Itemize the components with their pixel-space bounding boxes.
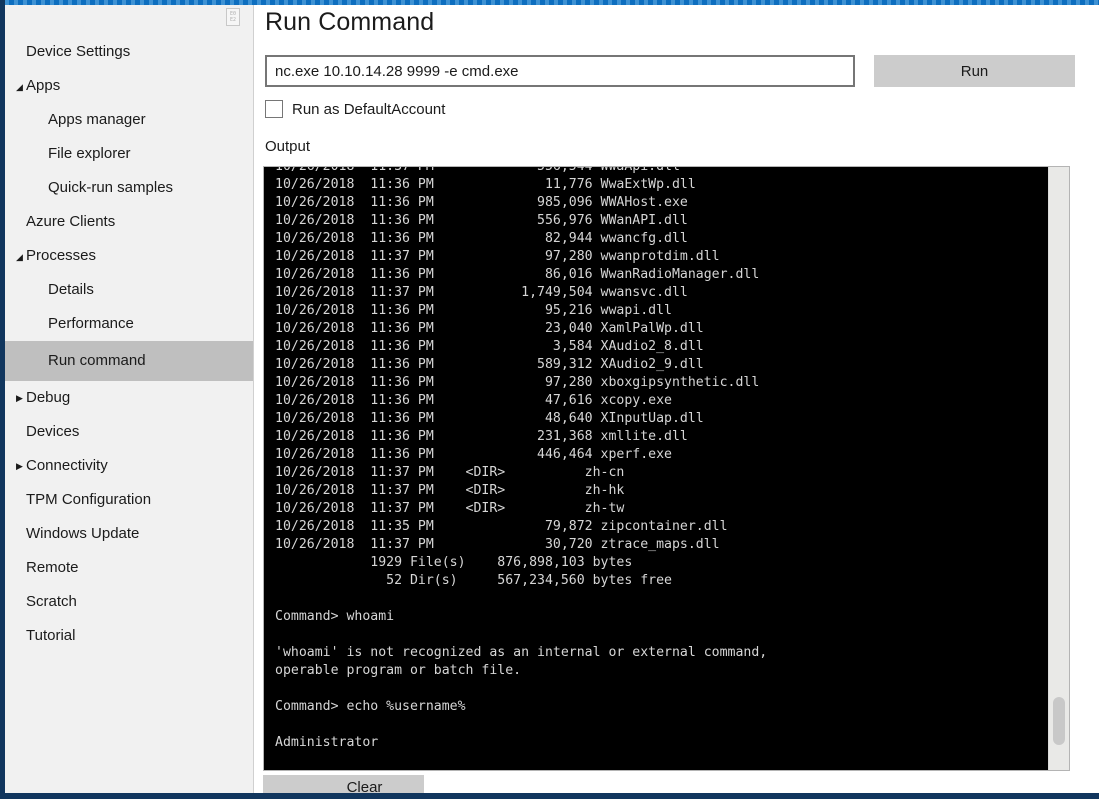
missing-glyph-line-2: E2 (229, 17, 237, 23)
output-scrollbar-thumb[interactable] (1053, 697, 1065, 745)
sidebar-item-connectivity[interactable]: ▶ Connectivity (5, 449, 253, 483)
run-as-default-account-checkbox[interactable] (265, 100, 283, 118)
console-output-text: 10/26/2018 11:37 PM 556,544 WwaApi.dll 1… (275, 167, 768, 750)
sidebar-item-list: Device Settings ◢ Apps Apps manager File exp… (5, 35, 253, 653)
command-row: Run (265, 55, 1089, 87)
sidebar-item-remote[interactable]: Remote (5, 551, 253, 585)
sidebar-item-label: Quick-run samples (48, 179, 174, 196)
sidebar-item-label: Tutorial (26, 627, 76, 644)
sidebar-item-apps-manager[interactable]: Apps manager (5, 103, 253, 137)
sidebar-item-label: Scratch (26, 593, 77, 610)
output-label: Output (265, 138, 311, 155)
sidebar-item-file-explorer[interactable]: File explorer (5, 137, 253, 171)
run-as-default-account-row: Run as DefaultAccount (265, 98, 445, 120)
device-portal-window: E0 E2 Device Settings ◢ Apps Apps manager Fil… (0, 0, 1099, 799)
sidebar-item-processes[interactable]: ◢ Processes (5, 239, 253, 273)
sidebar-item-tpm-configuration[interactable]: TPM Configuration (5, 483, 253, 517)
chevron-down-icon[interactable]: ◢ (16, 240, 23, 274)
sidebar-item-azure-clients[interactable]: Azure Clients (5, 205, 253, 239)
sidebar-item-label: Apps (26, 77, 61, 94)
sidebar-item-performance[interactable]: Performance (5, 307, 253, 341)
sidebar-item-label: Remote (26, 559, 79, 576)
sidebar-item-windows-update[interactable]: Windows Update (5, 517, 253, 551)
sidebar-item-label: Run command (48, 352, 146, 369)
output-console[interactable]: 10/26/2018 11:37 PM 556,544 WwaApi.dll 1… (264, 167, 1048, 770)
run-as-default-account-label: Run as DefaultAccount (292, 100, 446, 118)
sidebar-item-label: Performance (48, 315, 134, 332)
missing-glyph-icon: E0 E2 (226, 8, 242, 28)
sidebar-item-label: Apps manager (48, 111, 146, 128)
sidebar-item-debug[interactable]: ▶ Debug (5, 381, 253, 415)
sidebar-item-label: Connectivity (26, 457, 108, 474)
sidebar-item-scratch[interactable]: Scratch (5, 585, 253, 619)
sidebar-item-label: Windows Update (26, 525, 140, 542)
chevron-right-icon[interactable]: ▶ (16, 449, 23, 483)
window-left-accent-bar (0, 0, 5, 799)
main-content-pane: Run Command Run Run as DefaultAccount Ou… (255, 5, 1099, 799)
output-console-container: 10/26/2018 11:37 PM 556,544 WwaApi.dll 1… (263, 166, 1070, 771)
page-title: Run Command (265, 8, 435, 36)
sidebar-item-details[interactable]: Details (5, 273, 253, 307)
output-scrollbar[interactable] (1048, 167, 1069, 770)
chevron-right-icon[interactable]: ▶ (16, 381, 23, 415)
window-bottom-accent-bar (0, 793, 1099, 799)
sidebar-item-label: Device Settings (26, 43, 131, 60)
missing-glyph-tofu-box: E0 E2 (226, 8, 240, 26)
sidebar-item-label: Debug (26, 389, 71, 406)
chevron-down-icon[interactable]: ◢ (16, 70, 23, 104)
sidebar-item-run-command[interactable]: Run command (5, 341, 253, 381)
sidebar-item-apps[interactable]: ◢ Apps (5, 69, 253, 103)
command-input[interactable] (265, 55, 855, 87)
sidebar-item-tutorial[interactable]: Tutorial (5, 619, 253, 653)
sidebar-item-devices[interactable]: Devices (5, 415, 253, 449)
sidebar-item-label: Devices (26, 423, 80, 440)
sidebar-item-label: Processes (26, 247, 97, 264)
sidebar-item-label: Details (48, 281, 94, 298)
sidebar-navigation: E0 E2 Device Settings ◢ Apps Apps manager Fil… (5, 5, 254, 793)
sidebar-item-label: Azure Clients (26, 213, 116, 230)
sidebar-item-label: TPM Configuration (26, 491, 152, 508)
run-button[interactable]: Run (874, 55, 1075, 87)
sidebar-item-label: File explorer (48, 145, 131, 162)
sidebar-item-quick-run-samples[interactable]: Quick-run samples (5, 171, 253, 205)
sidebar-item-device-settings[interactable]: Device Settings (5, 35, 253, 69)
